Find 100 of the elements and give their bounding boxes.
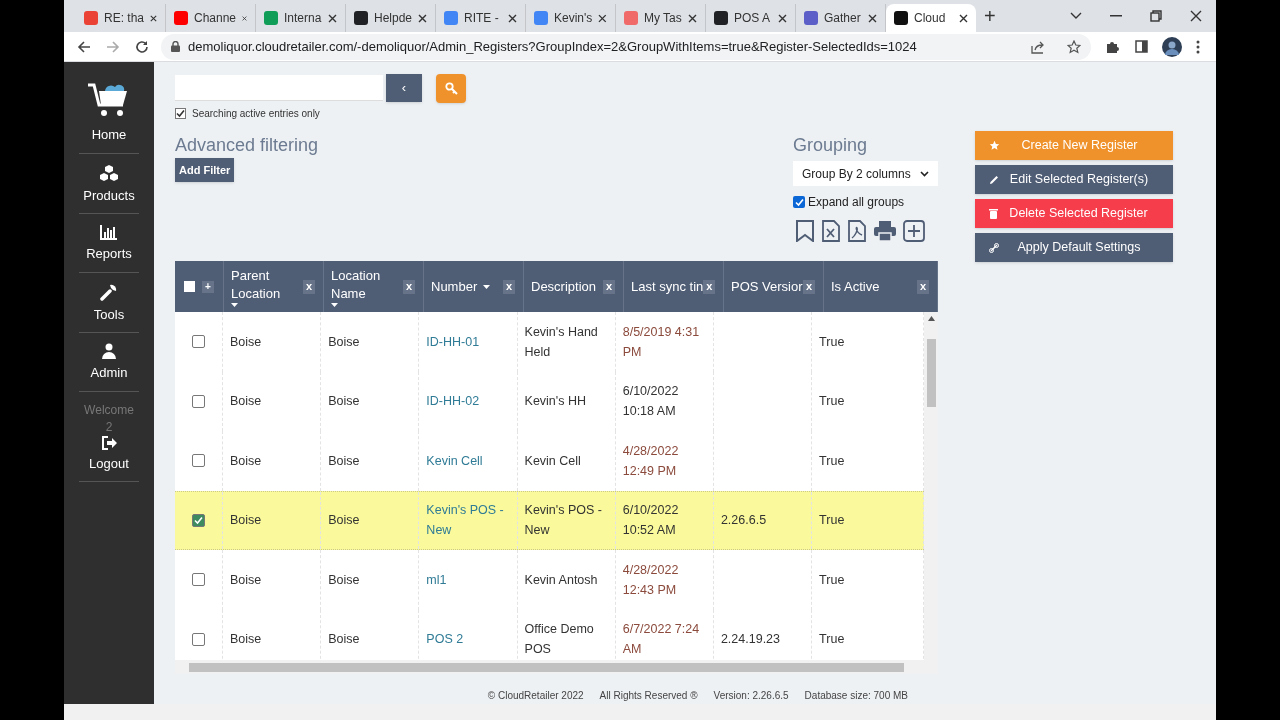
scrollbar-thumb[interactable] [926, 339, 936, 407]
table-cell-text: True [819, 512, 845, 530]
footer-text: All Rights Reserved ® [599, 689, 698, 703]
chevron-down-icon[interactable] [1070, 12, 1082, 20]
logout-link[interactable]: Logout [79, 435, 139, 482]
checkbox[interactable] [192, 394, 205, 408]
table-cell-text: Kevin Cell [524, 452, 581, 470]
table-cell-text: Boise [230, 452, 262, 470]
checkbox[interactable] [192, 573, 205, 587]
check-icon [176, 108, 185, 118]
nav-item[interactable]: Home [79, 79, 139, 154]
close-icon[interactable] [418, 13, 427, 23]
nav-item[interactable]: Tools [79, 272, 139, 333]
action-button[interactable]: Edit Selected Register(s) [975, 165, 1173, 194]
puzzle-icon[interactable] [1105, 39, 1119, 54]
remove-column-button[interactable]: x [303, 279, 315, 294]
remove-column-button[interactable]: x [503, 279, 515, 294]
print-icon[interactable] [873, 220, 897, 242]
checkbox[interactable] [175, 107, 186, 119]
collapse-button[interactable]: ‹ [386, 74, 422, 102]
user-name: 2 [105, 418, 113, 436]
close-icon[interactable] [328, 13, 337, 23]
checkbox[interactable] [793, 196, 805, 208]
scroll-up-icon[interactable] [927, 316, 935, 321]
close-icon[interactable] [959, 13, 968, 23]
remove-column-button[interactable]: x [403, 279, 415, 294]
action-button[interactable]: Apply Default Settings [975, 233, 1173, 262]
register-link[interactable]: ml1 [426, 569, 447, 590]
excel-file-icon[interactable] [821, 220, 841, 242]
checkbox[interactable] [192, 335, 205, 349]
table-cell-text: Boise [230, 333, 262, 351]
avatar-icon[interactable] [1162, 36, 1182, 57]
table-cell-text: Boise [328, 333, 360, 351]
star-icon[interactable] [1067, 39, 1081, 54]
remove-column-button[interactable]: x [917, 279, 929, 294]
checkbox[interactable] [192, 513, 205, 527]
checkbox[interactable] [184, 281, 195, 292]
table-row[interactable]: Boise Boise Kevin's POS - New Kevin's POS - New 6/10/2022 10:52 AM 2.26.6.5 True [175, 490, 924, 550]
close-icon[interactable] [778, 13, 787, 23]
table-cell-text: 4/28/2022 12:43 PM [622, 561, 680, 599]
section-title: Grouping [793, 134, 869, 156]
search-field[interactable] [175, 75, 383, 101]
checkbox-label: Searching active entries only [192, 106, 320, 121]
table-cell-text: Kevin Antosh [524, 571, 598, 589]
table-cell-text: Kevin's POS - New [524, 502, 603, 540]
register-link[interactable]: Kevin Cell [426, 450, 483, 471]
close-icon[interactable] [868, 13, 877, 23]
table-cell-text: 4/28/2022 12:49 PM [622, 442, 680, 480]
checkbox[interactable] [192, 632, 205, 646]
remove-column-button[interactable]: x [803, 279, 815, 294]
expand-button[interactable]: + [202, 280, 214, 293]
restore-icon[interactable] [1150, 10, 1162, 22]
nav-item[interactable]: Reports [79, 214, 139, 273]
close-icon[interactable] [508, 13, 517, 23]
link-icon [989, 242, 999, 253]
side-panel-icon[interactable] [1135, 40, 1148, 53]
footer-text: Database size: 700 MB [804, 689, 908, 703]
checkbox[interactable] [192, 454, 205, 468]
new-tab-button[interactable]: + [984, 6, 996, 26]
share-icon[interactable] [1031, 39, 1045, 54]
remove-column-button[interactable]: x [603, 279, 615, 294]
nav-item[interactable]: Products [79, 153, 139, 214]
add-filter-button[interactable]: Add Filter [175, 158, 235, 182]
page-scrollbar[interactable] [64, 704, 1216, 720]
user-icon [102, 343, 116, 359]
table-cell-text: 6/10/2022 10:18 AM [622, 383, 680, 421]
close-icon[interactable] [150, 13, 157, 23]
register-link[interactable]: POS 2 [426, 629, 464, 650]
check-icon [194, 515, 203, 525]
action-button[interactable]: Delete Selected Register [975, 199, 1173, 228]
register-link[interactable]: ID-HH-02 [426, 391, 480, 412]
nav-item[interactable]: Admin [79, 333, 139, 392]
bookmark-icon[interactable] [795, 220, 815, 242]
footer-text: Version: 2.26.6.5 [713, 689, 789, 703]
address-bar[interactable]: demoliquor.cloudretailer.com/-demoliquor/Admin_Registers?GroupIndex=2&GroupWithItems=true&Register-SelectedIds=1024 [161, 33, 1091, 60]
table-cell-text: Boise [328, 571, 360, 589]
scrollbar-thumb[interactable] [189, 662, 904, 672]
group-select[interactable]: Group By 2 columns [793, 161, 938, 186]
reload-icon[interactable] [135, 39, 149, 54]
table-cell-text: True [819, 393, 845, 411]
table-cell-text: 6/10/2022 10:52 AM [622, 502, 680, 540]
menu-icon[interactable] [1196, 39, 1200, 54]
close-icon[interactable] [688, 13, 697, 23]
close-icon[interactable] [598, 13, 607, 23]
table-cell-text: Kevin's Hand Held [524, 323, 599, 361]
back-icon[interactable] [77, 39, 91, 54]
minimize-icon[interactable] [1110, 15, 1122, 17]
remove-column-button[interactable]: x [703, 279, 716, 294]
browser-tab[interactable]: Cloud [886, 4, 976, 32]
add-icon[interactable] [903, 220, 925, 242]
close-icon[interactable] [1190, 10, 1202, 22]
star-icon [989, 140, 1000, 151]
register-link[interactable]: Kevin's POS - New [426, 500, 511, 541]
register-link[interactable]: ID-HH-01 [426, 331, 480, 352]
pdf-file-icon[interactable] [847, 220, 867, 242]
boxes-icon [99, 163, 119, 182]
check-icon [794, 197, 804, 207]
table-cell-text: 2.24.19.23 [720, 631, 780, 649]
table-cell-text: 2.26.6.5 [720, 512, 767, 530]
table-cell-text: True [819, 452, 845, 470]
